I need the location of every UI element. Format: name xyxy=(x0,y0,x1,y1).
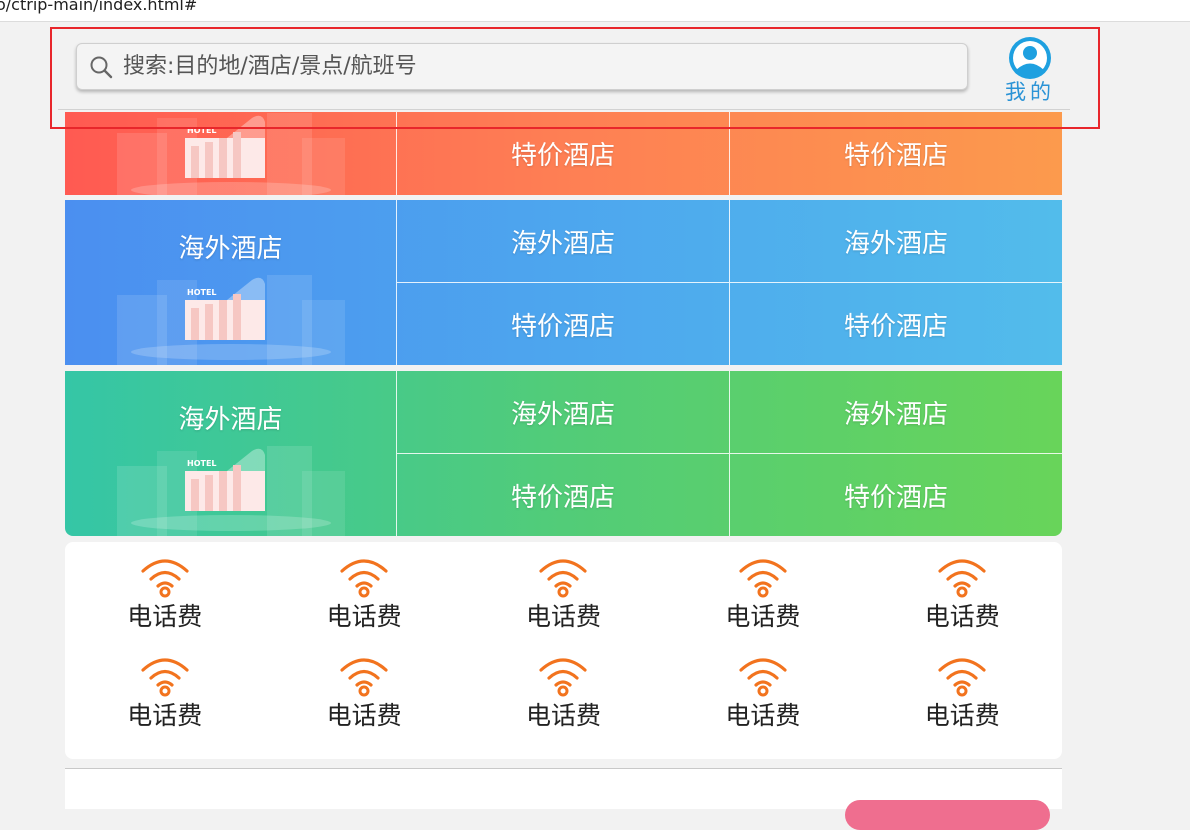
service-item-phone-bill[interactable]: 电话费 xyxy=(863,653,1062,752)
search-icon xyxy=(90,56,113,79)
hotel-row-green: 海外酒店 HOTEL 海外酒店 特价酒店 海外酒店 特价酒店 xyxy=(65,371,1062,536)
service-item-phone-bill[interactable]: 电话费 xyxy=(65,653,264,752)
service-item-phone-bill[interactable]: 电话费 xyxy=(65,554,264,653)
hotel-row-blue: 海外酒店 HOTEL 海外酒店 特价酒店 海外酒店 特价酒店 xyxy=(65,200,1062,365)
wifi-icon xyxy=(340,658,388,697)
hotel-cell-discount[interactable]: 特价酒店 xyxy=(730,112,1062,195)
service-label: 电话费 xyxy=(525,602,601,631)
address-url: o/ctrip-main/index.html# xyxy=(0,0,198,14)
user-avatar-icon xyxy=(1009,37,1051,79)
service-label: 电话费 xyxy=(924,602,1000,631)
service-label: 电话费 xyxy=(525,701,601,730)
hotel-big-cell[interactable]: 海外酒店 HOTEL xyxy=(65,200,397,365)
hotel-cell-discount[interactable]: 特价酒店 xyxy=(397,454,729,536)
wifi-icon xyxy=(938,559,986,598)
hotel-building-icon: HOTEL xyxy=(117,446,345,536)
service-item-phone-bill[interactable]: 电话费 xyxy=(464,653,663,752)
hotel-cell-overseas[interactable]: 海外酒店 xyxy=(730,200,1062,283)
hotel-cell-overseas[interactable]: 海外酒店 xyxy=(730,371,1062,454)
hotel-building-icon: HOTEL xyxy=(117,275,345,365)
services-grid: 电话费 电话费 电话费 电话费 电话费 电话费 电话费 电话费 电话费 电话费 xyxy=(65,554,1062,752)
hotel-cell-column: 海外酒店 特价酒店 xyxy=(730,371,1062,536)
hotel-cell-column: 特价酒店 xyxy=(397,112,730,195)
hotel-cell-discount[interactable]: 特价酒店 xyxy=(730,283,1062,365)
service-item-phone-bill[interactable]: 电话费 xyxy=(663,554,862,653)
hotel-cell-discount[interactable]: 特价酒店 xyxy=(730,454,1062,536)
hotel-cell-discount[interactable]: 特价酒店 xyxy=(397,283,729,365)
hotel-sign-text: HOTEL xyxy=(187,459,217,468)
wifi-icon xyxy=(539,559,588,598)
service-label: 电话费 xyxy=(326,602,402,631)
service-item-phone-bill[interactable]: 电话费 xyxy=(264,554,463,653)
service-label: 电话费 xyxy=(127,602,203,631)
search-input[interactable] xyxy=(123,44,943,89)
hotel-big-title: 海外酒店 xyxy=(178,405,283,435)
main-content: HOTEL 特价酒店 特价酒店 海外酒店 HOTEL 海外酒店 特价酒店 海外酒… xyxy=(65,112,1062,759)
hotel-big-cell[interactable]: 海外酒店 HOTEL xyxy=(65,371,397,536)
my-account-button[interactable]: 我的 xyxy=(1000,37,1060,107)
service-label: 电话费 xyxy=(725,701,801,730)
hotel-big-cell[interactable]: HOTEL xyxy=(65,112,397,195)
wifi-icon xyxy=(141,658,189,697)
service-item-phone-bill[interactable]: 电话费 xyxy=(464,554,663,653)
wifi-icon xyxy=(938,658,986,697)
wifi-icon xyxy=(340,559,388,598)
hotel-cell-overseas[interactable]: 海外酒店 xyxy=(397,371,729,454)
hotel-cell-column: 海外酒店 特价酒店 xyxy=(397,200,730,365)
hotel-sign-text: HOTEL xyxy=(187,288,217,297)
hotel-cell-column: 海外酒店 特价酒店 xyxy=(397,371,730,536)
wifi-icon xyxy=(141,559,189,598)
service-label: 电话费 xyxy=(924,701,1000,730)
hotel-sign-text: HOTEL xyxy=(187,126,217,135)
service-label: 电话费 xyxy=(326,701,402,730)
hotel-row-red: HOTEL 特价酒店 特价酒店 xyxy=(65,112,1062,195)
hotel-cell-column: 特价酒店 xyxy=(730,112,1062,195)
hotel-cell-column: 海外酒店 特价酒店 xyxy=(730,200,1062,365)
wifi-icon xyxy=(739,658,787,697)
service-label: 电话费 xyxy=(127,701,203,730)
service-item-phone-bill[interactable]: 电话费 xyxy=(663,653,862,752)
hotel-big-title: 海外酒店 xyxy=(178,234,283,264)
hotel-cell-overseas[interactable]: 海外酒店 xyxy=(397,200,729,283)
wifi-icon xyxy=(539,658,588,697)
top-header: 我的 xyxy=(58,29,1070,110)
browser-address-bar[interactable]: o/ctrip-main/index.html# xyxy=(0,0,1190,22)
service-item-phone-bill[interactable]: 电话费 xyxy=(264,653,463,752)
services-panel: 电话费 电话费 电话费 电话费 电话费 电话费 电话费 电话费 电话费 电话费 xyxy=(65,542,1062,759)
service-item-phone-bill[interactable]: 电话费 xyxy=(863,554,1062,653)
service-label: 电话费 xyxy=(725,602,801,631)
wifi-icon xyxy=(739,559,787,598)
my-account-label: 我的 xyxy=(1005,80,1055,104)
hotel-cell-discount[interactable]: 特价酒店 xyxy=(397,112,729,195)
hotel-building-icon: HOTEL xyxy=(117,113,345,195)
search-box[interactable] xyxy=(76,43,968,90)
